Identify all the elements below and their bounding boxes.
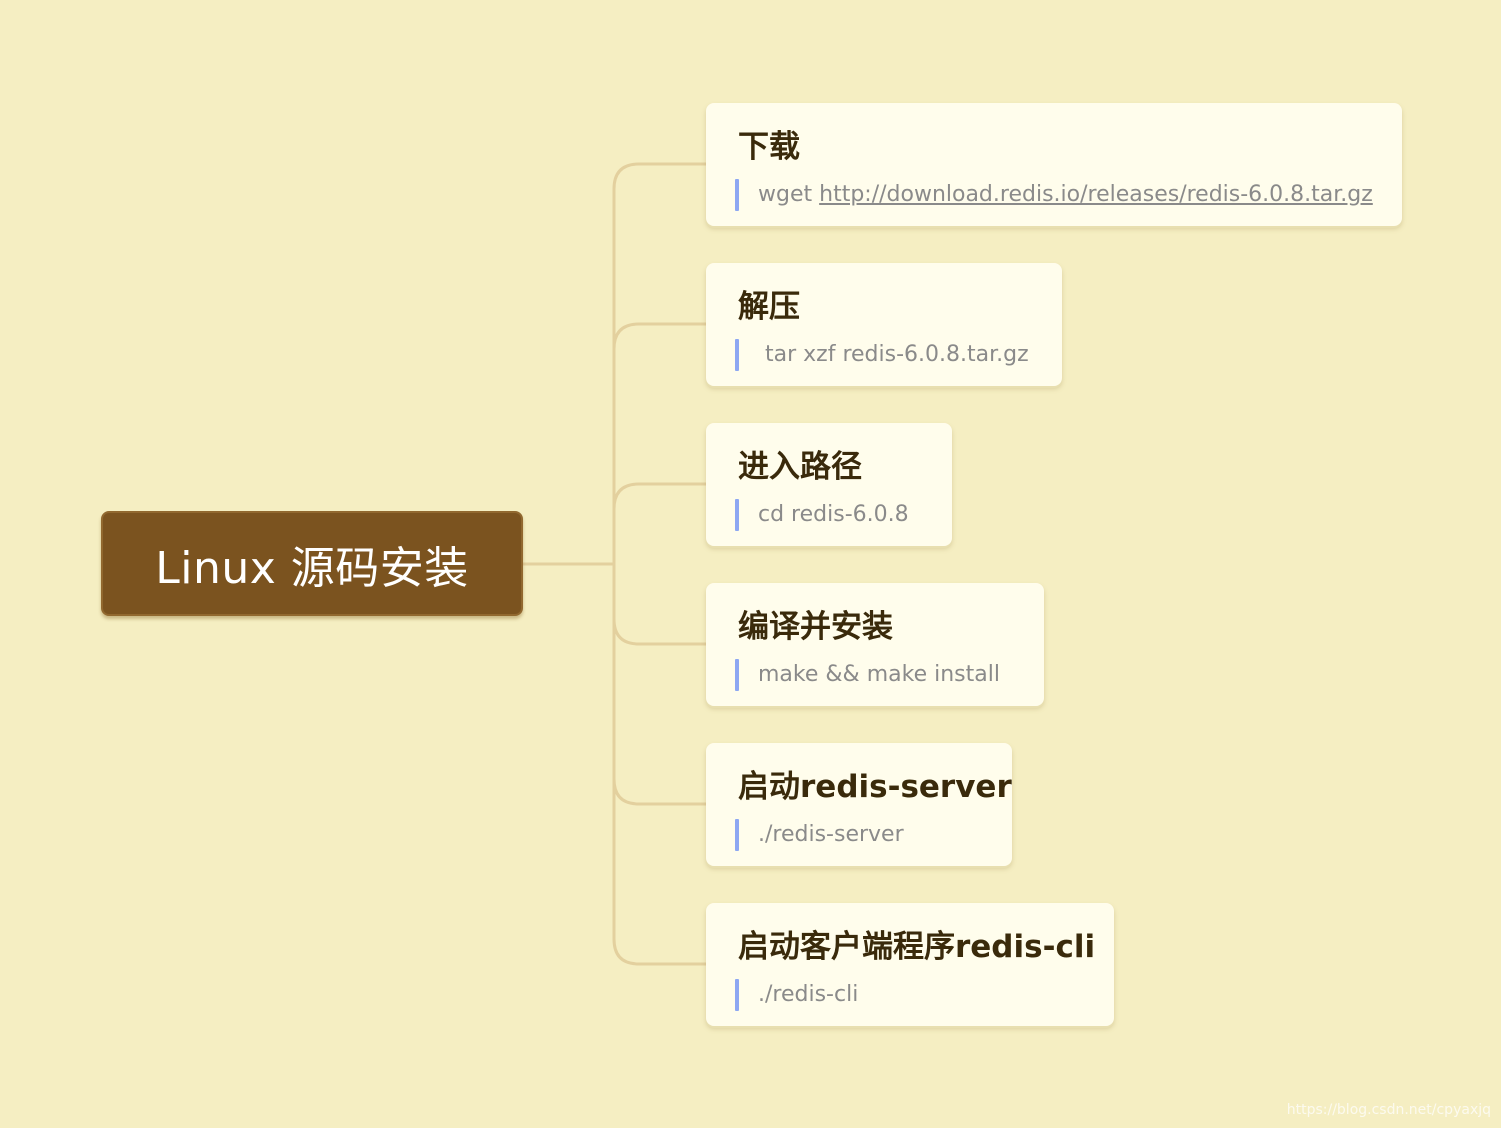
- root-topic-label: Linux 源码安装: [155, 542, 469, 594]
- step-command: ./redis-server: [758, 822, 904, 847]
- connector-step-6: [612, 938, 706, 966]
- step-title: 进入路径: [738, 449, 862, 485]
- step-command: ./redis-cli: [758, 982, 859, 1007]
- connector-step-4: [612, 618, 706, 646]
- note-bar: [735, 979, 739, 1011]
- note-bar: [735, 339, 739, 371]
- command-prefix: wget: [758, 182, 820, 207]
- step-title: 启动客户端程序redis-cli: [738, 929, 1096, 965]
- watermark: https://blog.csdn.net/cpyaxjq: [1286, 1102, 1491, 1118]
- step-title: 启动redis-server: [738, 769, 1012, 805]
- step-title: 下载: [738, 129, 800, 165]
- download-link[interactable]: http://download.redis.io/releases/redis-…: [819, 182, 1373, 207]
- connector-step-2: [612, 322, 706, 350]
- step-card-enter-path[interactable]: 进入路径 cd redis-6.0.8: [706, 423, 952, 546]
- step-command: cd redis-6.0.8: [758, 502, 909, 527]
- note-bar: [735, 819, 739, 851]
- connector-step-1: [612, 162, 706, 190]
- note-bar: [735, 659, 739, 691]
- step-card-download[interactable]: 下载 wget http://download.redis.io/release…: [706, 103, 1402, 226]
- root-topic[interactable]: Linux 源码安装: [101, 511, 523, 616]
- note-bar: [735, 499, 739, 531]
- step-card-start-server[interactable]: 启动redis-server ./redis-server: [706, 743, 1012, 866]
- step-card-start-client[interactable]: 启动客户端程序redis-cli ./redis-cli: [706, 903, 1114, 1026]
- step-command: wget http://download.redis.io/releases/r…: [758, 179, 1373, 211]
- step-title: 解压: [738, 289, 800, 325]
- step-command: tar xzf redis-6.0.8.tar.gz: [758, 342, 1029, 367]
- note-bar: [735, 179, 739, 211]
- connector-step-5: [612, 778, 706, 806]
- step-command: make && make install: [758, 662, 1000, 687]
- step-card-extract[interactable]: 解压 tar xzf redis-6.0.8.tar.gz: [706, 263, 1062, 386]
- step-title: 编译并安装: [738, 609, 893, 645]
- step-card-compile-install[interactable]: 编译并安装 make && make install: [706, 583, 1044, 706]
- connector-step-3: [612, 482, 706, 510]
